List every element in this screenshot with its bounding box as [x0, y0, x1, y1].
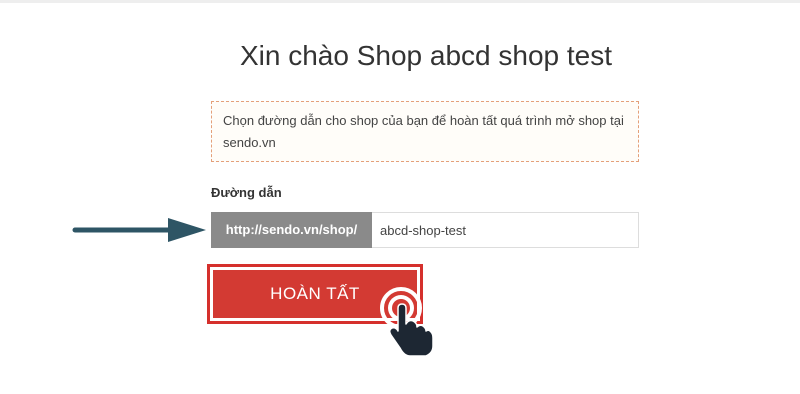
top-divider: [0, 0, 800, 3]
notice-box: Chọn đường dẫn cho shop của bạn để hoàn …: [211, 101, 639, 162]
page-title: Xin chào Shop abcd shop test: [239, 40, 613, 71]
hand-pointer-icon: [380, 287, 434, 357]
url-field-label: Đường dẫn: [211, 185, 282, 200]
shop-url-input[interactable]: [372, 212, 639, 248]
url-prefix: http://sendo.vn/shop/: [211, 212, 372, 248]
arrow-right-icon: [72, 218, 206, 242]
notice-text: Chọn đường dẫn cho shop của bạn để hoàn …: [223, 113, 624, 150]
url-input-group: http://sendo.vn/shop/: [211, 212, 639, 248]
